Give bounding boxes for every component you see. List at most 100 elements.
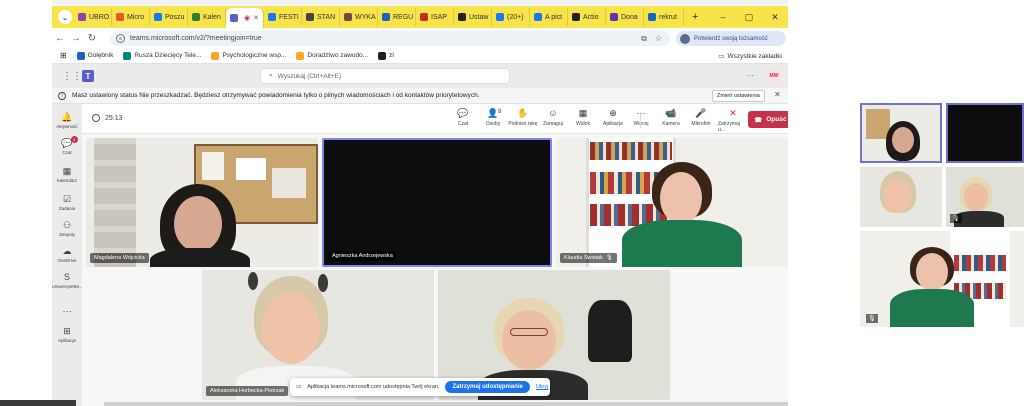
close-tab-icon[interactable]: ✕ xyxy=(253,14,259,22)
rail-item-onedrive[interactable]: ☁ OneDrive xyxy=(52,242,82,268)
browser-tab[interactable]: Actio xyxy=(568,8,606,26)
tab-label: Poszu xyxy=(165,13,185,21)
sharepoint-icon: S xyxy=(63,272,70,282)
bookmark-item[interactable]: Rusza Dziecięcy Tele... xyxy=(123,51,202,60)
teams-icon: ⚇ xyxy=(62,220,72,230)
poster xyxy=(202,152,224,180)
bookmark-star-icon[interactable]: ☆ xyxy=(655,34,662,43)
toolbar-more-button[interactable]: ···Więcej xyxy=(626,108,656,132)
minimize-icon[interactable]: – xyxy=(710,12,736,22)
toolbar-apps-button[interactable]: ⊕ Aplikacje xyxy=(598,108,628,132)
browser-tab[interactable]: ISAP xyxy=(416,8,454,26)
more-options-icon[interactable]: ··· xyxy=(746,71,754,80)
rail-item-kalendarz[interactable]: ▦ Kalendarz xyxy=(52,162,82,188)
rail-item-aktywność[interactable]: 🔔 Aktywność xyxy=(52,108,82,134)
toolbar-view-button[interactable]: ▦ Widok xyxy=(568,108,598,132)
toolbar-people-button[interactable]: 👤 8 Osoby xyxy=(478,108,508,132)
stop-sharing-button[interactable]: Zatrzymaj udostępnianie xyxy=(445,381,530,393)
site-info-icon[interactable]: ≡ xyxy=(116,34,125,43)
rail-label: UniwersytetM... xyxy=(52,284,83,289)
apps-grid-icon[interactable]: ⊞ xyxy=(60,51,67,60)
taskbar-edge xyxy=(0,400,76,406)
back-icon[interactable]: ← xyxy=(52,33,68,44)
tab-favicon-icon xyxy=(572,13,580,21)
tab-label: Actio xyxy=(583,13,599,21)
video-tile-active-speaker[interactable]: Agnieszka Andrzejewska xyxy=(322,138,552,267)
browser-tab[interactable]: Kalen xyxy=(188,8,226,26)
toolbar-stop-sharing-button[interactable]: ✕ Zatrzymaj u... xyxy=(718,108,748,133)
rail-item-aplikacje[interactable]: ⊞ Aplikacje xyxy=(52,322,82,348)
tab-label: A pict xyxy=(545,13,563,21)
toolbar-label: Aplikacje xyxy=(602,121,623,127)
people-count: 8 xyxy=(498,109,502,115)
browser-tab[interactable]: Dona xyxy=(606,8,644,26)
chat-icon: 💬 1 xyxy=(61,136,78,148)
thumbnail-tile[interactable]: 🎙 xyxy=(860,231,1024,327)
rail-item-zespoły[interactable]: ⚇ Zespoły xyxy=(52,216,82,242)
browser-tab[interactable]: Poszu xyxy=(150,8,188,26)
bookmark-item[interactable]: Doradztwo zawodo... xyxy=(296,51,368,60)
toolbar-camera-button[interactable]: 📹 Kamera xyxy=(656,108,686,132)
tab-label: ISAP xyxy=(431,13,447,21)
close-icon[interactable]: ✕ xyxy=(774,90,781,99)
browser-tab[interactable]: Ustaw xyxy=(454,8,492,26)
browser-tab[interactable]: (20+) xyxy=(492,8,530,26)
video-tile[interactable]: Magdalena Wójcicka xyxy=(86,138,318,267)
browser-tab[interactable]: Micro xyxy=(112,8,150,26)
bookmark-label: Rusza Dziecięcy Tele... xyxy=(134,52,202,59)
browser-tab[interactable]: REGU xyxy=(378,8,416,26)
hide-button[interactable]: Ukryj xyxy=(536,384,549,390)
tab-active[interactable]: ◉ ✕ xyxy=(226,8,264,28)
toolbar-raise-hand-button[interactable]: ✋ Podnieś rękę xyxy=(508,108,538,132)
rail-label: Aplikacje xyxy=(57,338,76,343)
leave-button[interactable]: ☎ Opuść ⌄ xyxy=(748,111,788,128)
browser-tab[interactable]: WYKA xyxy=(340,8,378,26)
tab-favicon-icon xyxy=(230,14,238,22)
install-app-icon[interactable]: ⧉ xyxy=(641,34,647,44)
new-tab-button[interactable]: + xyxy=(684,11,706,23)
headband-ear xyxy=(248,272,258,290)
search-input[interactable]: ⌕ Wyszukaj (Ctrl+Alt+E) xyxy=(260,68,510,84)
rail-item-zadania[interactable]: ☑ Zadania xyxy=(52,190,82,216)
browser-tab[interactable]: STAN xyxy=(302,8,340,26)
search-placeholder: Wyszukaj (Ctrl+Alt+E) xyxy=(277,72,342,80)
close-window-icon[interactable]: ✕ xyxy=(762,12,788,23)
thumbnail-tile[interactable]: 🎙 xyxy=(946,167,1024,227)
camera-icon: 📹 xyxy=(665,108,677,118)
browser-tab[interactable]: FESTI xyxy=(264,8,302,26)
tab-search-icon[interactable]: ⌄ xyxy=(58,10,72,24)
change-settings-button[interactable]: Zmień ustawienia xyxy=(712,90,765,102)
bookmark-item[interactable]: Gołębnik xyxy=(76,51,113,60)
all-bookmarks-button[interactable]: ▭ Wszystkie zakładki xyxy=(718,48,782,64)
url-input[interactable]: ≡ teams.microsoft.com/v2/?meetingjoin=tr… xyxy=(110,31,670,46)
rail-item-uniwersytetm-[interactable]: S UniwersytetM... xyxy=(52,268,83,294)
rail-item-more[interactable]: ··· xyxy=(52,298,82,324)
thumbnail-tile[interactable] xyxy=(946,103,1024,163)
verify-identity-button[interactable]: Potwierdź swoją tożsamość xyxy=(676,31,786,46)
rail-item-czat[interactable]: 💬 1 Czat xyxy=(52,134,82,160)
bookmark-item[interactable]: Psychologiczne wsp... xyxy=(211,51,286,60)
participant-name-text: Agnieszka Andrzejewska xyxy=(332,253,393,259)
browser-tab[interactable]: A pict xyxy=(530,8,568,26)
bookmark-item[interactable]: zl xyxy=(378,51,394,60)
bookmark-favicon-icon xyxy=(76,51,85,60)
teams-header: ⋮⋮⋮ T ⌕ Wyszukaj (Ctrl+Alt+E) ··· MW xyxy=(52,64,788,88)
bookmark-favicon-icon xyxy=(296,51,305,60)
reload-icon[interactable]: ↻ xyxy=(84,33,100,44)
toolbar-label: Zatrzymaj u... xyxy=(718,121,740,133)
video-tile[interactable]: Klaudia Świstak 🎙 xyxy=(556,138,788,267)
browser-tab[interactable]: UBRO xyxy=(74,8,112,26)
tab-favicon-icon xyxy=(344,13,352,21)
bookmark-favicon-icon xyxy=(211,51,220,60)
more-icon: ··· xyxy=(636,108,646,118)
toolbar-microphone-button[interactable]: 🎤 Mikrofon xyxy=(686,108,716,132)
toolbar-react-button[interactable]: ☺ Zareaguj xyxy=(538,108,568,132)
status-notice-banner: i Masz ustawiony status Nie przeszkadzać… xyxy=(52,88,788,104)
forward-icon[interactable]: → xyxy=(68,33,84,44)
thumbnail-tile[interactable] xyxy=(860,167,942,227)
browser-tab[interactable]: rekrut xyxy=(644,8,684,26)
toolbar-chat-button[interactable]: 💬 Czat xyxy=(448,108,478,132)
thumbnail-tile[interactable] xyxy=(860,103,942,163)
user-avatar[interactable]: MW xyxy=(766,68,782,84)
maximize-icon[interactable]: ▢ xyxy=(736,12,762,23)
